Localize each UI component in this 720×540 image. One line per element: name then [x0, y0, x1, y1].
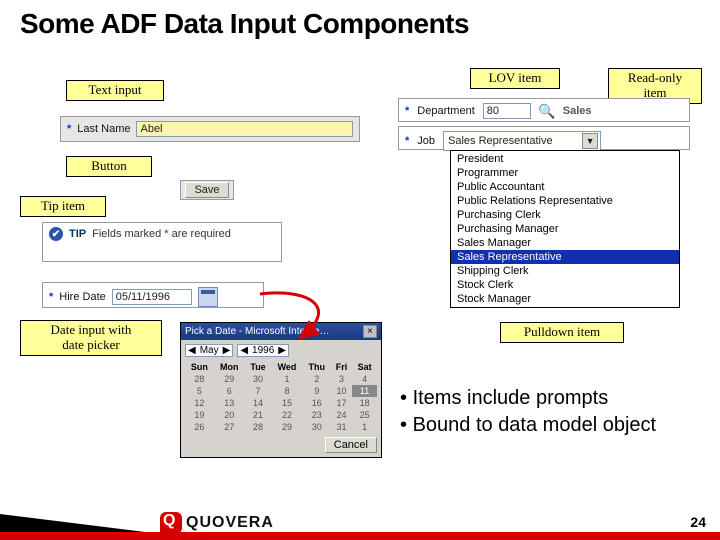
callout-date-input: Date input with date picker	[20, 320, 162, 356]
lov-label: Department	[417, 105, 474, 117]
calendar-day[interactable]: 8	[271, 385, 302, 397]
pulldown-label: Job	[417, 135, 435, 147]
tip-screenshot: ✔ TIP Fields marked * are required	[42, 222, 282, 262]
pulldown-option[interactable]: Public Relations Representative	[451, 194, 679, 208]
calendar-day[interactable]: 3	[331, 373, 352, 385]
calendar-day[interactable]: 7	[245, 385, 272, 397]
calendar-day[interactable]: 31	[331, 421, 352, 433]
close-icon[interactable]: ×	[363, 325, 377, 338]
calendar-day[interactable]: 28	[185, 373, 214, 385]
pulldown-listbox[interactable]: PresidentProgrammerPublic AccountantPubl…	[450, 150, 680, 308]
calendar-day[interactable]: 21	[245, 409, 272, 421]
required-marker: *	[67, 123, 71, 135]
pulldown-option[interactable]: Sales Manager	[451, 236, 679, 250]
pulldown-screenshot: * Job Sales Representative ▼	[398, 126, 690, 150]
calendar-day[interactable]: 22	[271, 409, 302, 421]
page-number: 24	[690, 514, 706, 530]
calendar-day[interactable]: 30	[303, 421, 331, 433]
calendar-day[interactable]: 28	[245, 421, 272, 433]
button-screenshot: Save	[180, 180, 234, 200]
calendar-day[interactable]: 16	[303, 397, 331, 409]
callout-tip-item: Tip item	[20, 196, 106, 217]
pulldown-option[interactable]: Public Accountant	[451, 180, 679, 194]
logo-text: QUOVERA	[186, 514, 274, 532]
calendar-day[interactable]: 18	[352, 397, 377, 409]
calendar-day[interactable]: 30	[245, 373, 272, 385]
text-input-label: Last Name	[77, 123, 130, 135]
required-marker: *	[405, 135, 409, 147]
chevron-down-icon[interactable]: ▼	[582, 133, 598, 149]
cancel-button[interactable]: Cancel	[325, 437, 377, 453]
calendar-day[interactable]: 29	[271, 421, 302, 433]
tip-icon: ✔	[49, 227, 63, 241]
calendar-day[interactable]: 1	[352, 421, 377, 433]
calendar-day[interactable]: 24	[331, 409, 352, 421]
pulldown-value: Sales Representative	[448, 135, 553, 147]
lov-screenshot: * Department 80 🔍 Sales	[398, 98, 690, 122]
lov-field[interactable]: 80	[483, 103, 531, 119]
slide-title: Some ADF Data Input Components	[0, 0, 720, 44]
calendar-day[interactable]: 10	[331, 385, 352, 397]
arrow-icon	[230, 288, 350, 348]
calendar-day[interactable]: 2	[303, 373, 331, 385]
pulldown-option[interactable]: Purchasing Clerk	[451, 208, 679, 222]
callout-lov-item: LOV item	[470, 68, 560, 89]
calendar-day[interactable]: 4	[352, 373, 377, 385]
text-input-field[interactable]: Abel	[136, 121, 353, 137]
tip-prefix: TIP	[69, 228, 86, 240]
calendar-day[interactable]: 12	[185, 397, 214, 409]
calendar-day[interactable]: 14	[245, 397, 272, 409]
calendar-day[interactable]: 29	[214, 373, 245, 385]
calendar-day[interactable]: 1	[271, 373, 302, 385]
callout-pulldown-item: Pulldown item	[500, 322, 624, 343]
calendar-grid[interactable]: SunMonTueWedThuFriSat 282930123456789101…	[185, 361, 377, 433]
callout-button: Button	[66, 156, 152, 177]
calendar-day[interactable]: 19	[185, 409, 214, 421]
logo-mark-icon	[160, 512, 182, 534]
readonly-value: Sales	[563, 105, 592, 117]
bullet-list: Items include promptsBound to data model…	[400, 385, 656, 439]
pulldown-option[interactable]: President	[451, 152, 679, 166]
date-input-label: Hire Date	[59, 291, 105, 303]
pulldown-option[interactable]: Stock Clerk	[451, 278, 679, 292]
calendar-day[interactable]: 13	[214, 397, 245, 409]
text-input-screenshot: * Last Name Abel	[60, 116, 360, 142]
required-marker: *	[49, 291, 53, 303]
calendar-day[interactable]: 27	[214, 421, 245, 433]
calendar-day[interactable]: 17	[331, 397, 352, 409]
calendar-day[interactable]: 11	[352, 385, 377, 397]
save-button[interactable]: Save	[185, 182, 228, 198]
calendar-day[interactable]: 15	[271, 397, 302, 409]
callout-text-input: Text input	[66, 80, 164, 101]
calendar-day[interactable]: 9	[303, 385, 331, 397]
bullet-item: Items include prompts	[400, 385, 656, 412]
calendar-day[interactable]: 25	[352, 409, 377, 421]
calendar-day[interactable]: 5	[185, 385, 214, 397]
calendar-icon[interactable]	[198, 287, 218, 307]
calendar-day[interactable]: 6	[214, 385, 245, 397]
pulldown-option[interactable]: Stock Manager	[451, 292, 679, 306]
logo: QUOVERA	[160, 512, 274, 534]
pulldown-option[interactable]: Programmer	[451, 166, 679, 180]
calendar-day[interactable]: 23	[303, 409, 331, 421]
pulldown-option[interactable]: Purchasing Manager	[451, 222, 679, 236]
lov-search-icon[interactable]: 🔍	[539, 103, 555, 119]
date-input-field[interactable]: 05/11/1996	[112, 289, 192, 305]
pulldown-select[interactable]: Sales Representative ▼	[443, 131, 601, 151]
tip-text: Fields marked * are required	[92, 228, 231, 240]
pulldown-option[interactable]: Shipping Clerk	[451, 264, 679, 278]
pulldown-option[interactable]: Sales Representative	[451, 250, 679, 264]
bullet-item: Bound to data model object	[400, 412, 656, 439]
month-select[interactable]: ◀ May ▶	[185, 344, 233, 357]
slide-footer: QUOVERA 24	[0, 514, 720, 540]
calendar-day[interactable]: 20	[214, 409, 245, 421]
calendar-day[interactable]: 26	[185, 421, 214, 433]
required-marker: *	[405, 105, 409, 117]
